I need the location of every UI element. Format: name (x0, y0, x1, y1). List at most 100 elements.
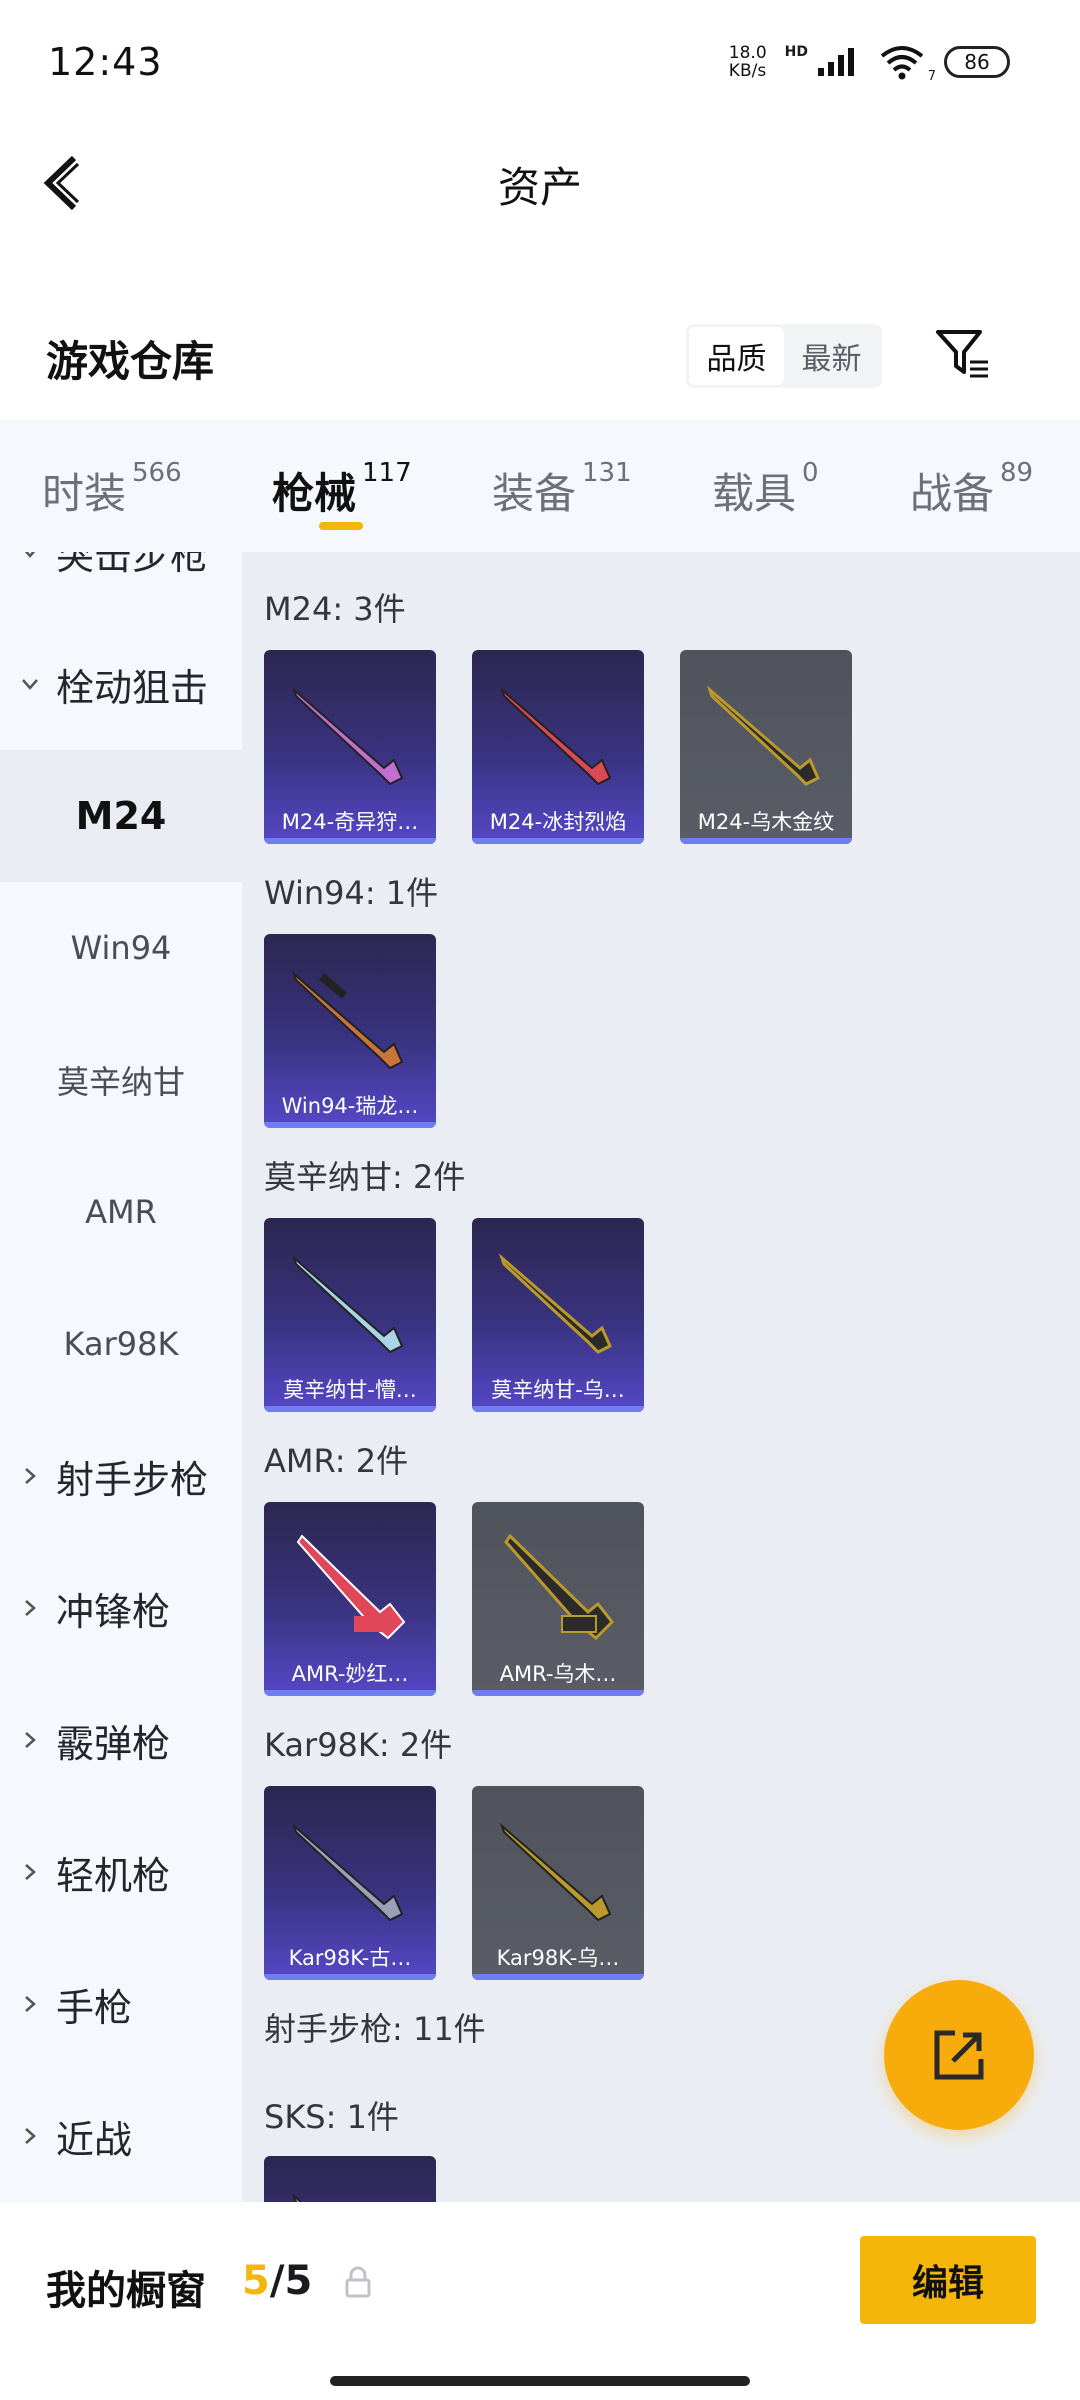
rifle-icon (296, 1534, 406, 1640)
chevron-right-icon (25, 1468, 36, 1484)
tab-supplies[interactable]: 战备 89 (910, 458, 1034, 521)
tab-count: 566 (132, 458, 182, 488)
weapon-card[interactable]: Kar98K-乌… (472, 1786, 644, 1980)
status-time: 12:43 (48, 40, 163, 84)
tab-count: 0 (802, 458, 819, 488)
edit-button[interactable]: 编辑 (860, 2236, 1036, 2324)
network-speed-unit: KB/s (728, 61, 767, 81)
bottom-bar: 我的橱窗 5/5 编辑 (0, 2202, 1080, 2400)
weapon-card[interactable] (264, 2156, 436, 2202)
sidebar-item-mosin[interactable]: 莫辛纳甘 (0, 1014, 242, 1146)
weapon-card[interactable]: Kar98K-古… (264, 1786, 436, 1980)
section-title: 游戏仓库 (46, 337, 215, 386)
chevron-down-icon (22, 679, 38, 690)
sidebar-item-m24[interactable]: M24 (0, 750, 242, 882)
chevron-right-icon (25, 1732, 36, 1748)
weapon-name: Kar98K-乌… (496, 1946, 620, 1970)
sidebar-item-kar98k[interactable]: Kar98K (0, 1278, 242, 1410)
sidebar-group-pistol[interactable]: 手枪 (0, 1938, 242, 2070)
tab-label: 时装 (42, 469, 127, 518)
weapon-card[interactable]: M24-冰封烈焰 (472, 650, 644, 844)
weapon-name: AMR-乌木… (499, 1662, 617, 1686)
sidebar-group-bolt-sniper[interactable]: 栓动狙击 (0, 618, 242, 750)
weapon-name: Kar98K-古… (288, 1946, 412, 1970)
weapon-name: 莫辛纳甘-乌… (491, 1378, 625, 1402)
sidebar-group-melee[interactable]: 近战 (0, 2070, 242, 2202)
sidebar-group-label: 冲锋枪 (56, 1589, 171, 1634)
network-speed: 18.0 KB/s (729, 44, 767, 80)
filter-icon (936, 330, 988, 378)
battery-indicator: 86 (944, 46, 1010, 78)
section-header: 游戏仓库 品质 最新 (0, 300, 1080, 410)
showcase-current: 5 (242, 2258, 270, 2304)
showcase-label: 我的橱窗 (46, 2268, 206, 2314)
rifle-icon (499, 1822, 612, 1922)
tab-count: 89 (1000, 458, 1034, 488)
weapon-card[interactable]: AMR-妙红… (264, 1502, 436, 1696)
sidebar-group-shotgun[interactable]: 霰弹枪 (0, 1674, 242, 1806)
tab-vehicles[interactable]: 载具 0 (712, 458, 819, 521)
network-speed-value: 18.0 (728, 43, 767, 63)
sidebar-item-amr[interactable]: AMR (0, 1146, 242, 1278)
weapon-card[interactable]: 莫辛纳甘-乌… (472, 1218, 644, 1412)
weapon-grid: M24: 3件 M24-奇异狩… M24-冰封烈焰 M24-乌木金纹 Win94… (242, 552, 1080, 2202)
weapon-card[interactable]: AMR-乌木… (472, 1502, 644, 1696)
wifi-icon: 7 (878, 44, 936, 84)
showcase-total: 5 (284, 2258, 313, 2304)
weapon-card[interactable]: Win94-瑞龙… (264, 934, 436, 1128)
sidebar-group-label: 霰弹枪 (56, 1721, 171, 1766)
card-underline (472, 838, 644, 844)
status-icons: 18.0 KB/s HD 7 86 (729, 44, 1010, 84)
weapon-name: 莫辛纳甘-懵… (283, 1378, 417, 1402)
chevron-down-icon (24, 552, 36, 558)
home-indicator (330, 2376, 750, 2386)
sidebar-group-assault-rifle[interactable]: 突击步枪 (0, 552, 242, 618)
tab-firearms[interactable]: 枪械 117 (272, 458, 412, 521)
weapon-name: AMR-妙红… (291, 1662, 409, 1686)
hd-indicator: HD (784, 44, 808, 60)
sidebar-group-lmg[interactable]: 轻机枪 (0, 1806, 242, 1938)
share-external-icon (934, 2030, 984, 2080)
card-underline (680, 838, 852, 844)
rifle-icon (499, 686, 612, 786)
card-underline (264, 1974, 436, 1980)
tab-equipment[interactable]: 装备 131 (492, 458, 632, 521)
sidebar-group-smg[interactable]: 冲锋枪 (0, 1542, 242, 1674)
active-tab-indicator (319, 522, 363, 530)
rifle-icon (291, 1822, 404, 1922)
sidebar-group-label: 射手步枪 (56, 1457, 209, 1502)
weapon-name: Win94-瑞龙… (281, 1094, 419, 1118)
header: 资产 (0, 130, 1080, 240)
chevron-right-icon (25, 1996, 36, 2012)
tab-fashion[interactable]: 时装 566 (42, 458, 182, 521)
signal-icon (816, 46, 860, 78)
sort-option-quality[interactable]: 品质 (689, 327, 784, 385)
category-tabs: 时装 566 枪械 117 装备 131 载具 0 战备 89 (0, 420, 1080, 552)
sort-toggle: 品质 最新 (686, 324, 882, 388)
group-label-win94: Win94: 1件 (264, 874, 439, 912)
rifle-icon (504, 1533, 614, 1640)
share-button[interactable] (884, 1980, 1034, 2130)
filter-button[interactable] (932, 322, 994, 384)
weapon-card[interactable]: M24-奇异狩… (264, 650, 436, 844)
card-underline (264, 1690, 436, 1696)
sidebar-group-label: 栓动狙击 (56, 665, 209, 710)
sidebar-item-win94[interactable]: Win94 (0, 882, 242, 1014)
group-label-kar98k: Kar98K: 2件 (264, 1726, 453, 1764)
card-underline (472, 1690, 644, 1696)
tab-count: 117 (362, 458, 412, 488)
rifle-icon (291, 2192, 303, 2202)
chevron-right-icon (25, 1600, 36, 1616)
weapon-card[interactable]: 莫辛纳甘-懵… (264, 1218, 436, 1412)
sidebar-group-label: 轻机枪 (56, 1853, 171, 1898)
weapon-card[interactable]: M24-乌木金纹 (680, 650, 852, 844)
rifle-icon (498, 1253, 612, 1354)
chevron-right-icon (25, 1864, 36, 1880)
tab-label: 装备 (492, 469, 577, 518)
weapon-name: M24-冰封烈焰 (489, 810, 627, 834)
wifi-sub: 7 (927, 69, 936, 84)
card-underline (264, 838, 436, 844)
sort-option-newest[interactable]: 最新 (784, 327, 879, 385)
sidebar-group-label: 近战 (56, 2117, 133, 2162)
sidebar-group-marksman-rifle[interactable]: 射手步枪 (0, 1410, 242, 1542)
